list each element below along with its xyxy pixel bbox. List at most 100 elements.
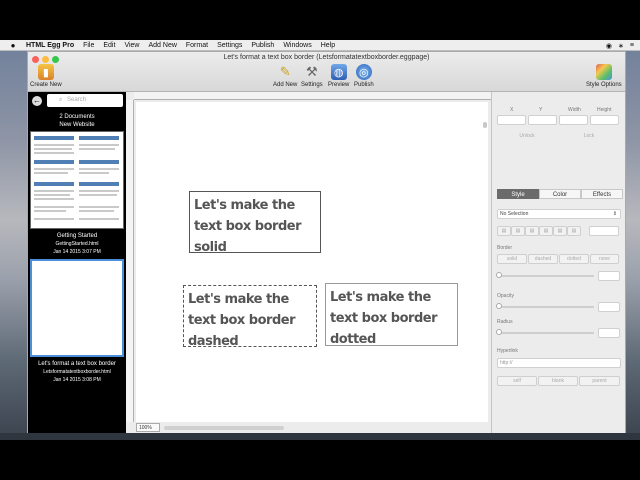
target-blank-button[interactable]: blank — [538, 376, 578, 386]
thumb-line — [34, 198, 74, 200]
desktop: ● HTML Egg Pro File Edit View Add New Fo… — [0, 40, 640, 440]
document-filename: GettingStarted.html — [55, 241, 99, 247]
border-dashed-button[interactable]: dashed — [528, 254, 558, 264]
apple-menu-icon[interactable]: ● — [8, 41, 18, 50]
x-label: X — [510, 107, 514, 113]
border-width-knob[interactable] — [496, 272, 502, 278]
document-thumbnail-getting-started[interactable] — [30, 131, 124, 229]
target-parent-button[interactable]: parent — [579, 376, 620, 386]
publish-button[interactable]: ◎ Publish — [354, 64, 374, 88]
font-size-field[interactable] — [589, 226, 619, 236]
align-top-icon[interactable]: ▤ — [553, 226, 567, 236]
thumb-line — [34, 144, 74, 146]
create-new-label: Create New — [30, 82, 62, 88]
radius-field[interactable] — [598, 328, 620, 338]
document-count: 2 Documents — [59, 114, 95, 120]
thumb-line — [79, 218, 119, 220]
settings-label: Settings — [301, 82, 323, 88]
thumb-line — [34, 168, 74, 170]
opacity-knob[interactable] — [496, 303, 502, 309]
opacity-field[interactable] — [598, 302, 620, 312]
document-sidebar: ← ⌕ Search 2 Documents New Website Getti… — [28, 92, 126, 433]
style-options-button[interactable]: Style Options — [586, 64, 622, 88]
back-arrow-icon[interactable]: ← — [32, 96, 42, 106]
thumb-line — [34, 152, 74, 154]
menu-edit[interactable]: Edit — [103, 42, 115, 49]
preview-label: Preview — [328, 82, 350, 88]
opacity-slider[interactable] — [498, 306, 594, 308]
page-canvas[interactable]: Let's make the text box border solid Let… — [136, 102, 488, 422]
preview-icon: ◍ — [330, 64, 347, 80]
border-solid-button[interactable]: solid — [497, 254, 527, 264]
thumb-line — [34, 218, 74, 220]
style-inspector: X Y Width Height Unlock Lock Style Color… — [491, 92, 625, 433]
status-spotlight-icon[interactable]: ∗ — [618, 42, 624, 50]
menu-app-name[interactable]: HTML Egg Pro — [26, 42, 74, 49]
width-field[interactable] — [559, 115, 588, 125]
menu-windows[interactable]: Windows — [283, 42, 311, 49]
thumb-line — [34, 190, 74, 192]
menu-status-area: ◉ ∗ ≡ — [606, 40, 634, 51]
align-center-icon[interactable]: ▤ — [511, 226, 525, 236]
selection-value: No Selection — [500, 211, 529, 217]
desktop-bottom-strip — [0, 433, 640, 440]
tab-effects[interactable]: Effects — [581, 189, 623, 199]
target-self-button[interactable]: self — [497, 376, 537, 386]
radius-knob[interactable] — [496, 329, 502, 335]
menu-publish[interactable]: Publish — [251, 42, 274, 49]
thumb-line — [79, 144, 119, 146]
search-input[interactable]: ⌕ Search — [47, 94, 123, 107]
thumb-line — [34, 206, 74, 208]
align-bottom-icon[interactable]: ▤ — [567, 226, 581, 236]
window-title: Let's format a text box border (Letsform… — [223, 54, 430, 61]
unlock-button[interactable]: Unlock — [497, 132, 557, 142]
textbox-dashed-border[interactable]: Let's make the text box border dashed — [183, 285, 317, 349]
border-width-slider[interactable] — [498, 275, 594, 277]
website-name[interactable]: New Website — [28, 121, 126, 129]
hyperlink-input[interactable]: http:// — [497, 358, 621, 368]
publish-label: Publish — [354, 82, 374, 88]
menu-settings[interactable]: Settings — [217, 42, 242, 49]
align-right-icon[interactable]: ▤ — [525, 226, 539, 236]
menu-add-new[interactable]: Add New — [148, 42, 176, 49]
border-none-button[interactable]: none — [590, 254, 619, 264]
create-new-button[interactable]: ▮ Create New — [30, 64, 62, 88]
document-thumbnail-selected[interactable] — [30, 259, 124, 357]
textbox-dotted-border[interactable]: Let's make the text box border dotted — [325, 283, 458, 347]
border-label: Border — [497, 245, 513, 251]
thumb-header — [34, 136, 74, 140]
height-field[interactable] — [590, 115, 619, 125]
vertical-scrollbar[interactable] — [483, 122, 487, 128]
settings-button[interactable]: ⚒ Settings — [301, 64, 323, 88]
add-new-button[interactable]: ✎ Add New — [273, 64, 297, 88]
preview-button[interactable]: ◍ Preview — [328, 64, 349, 88]
menu-format[interactable]: Format — [186, 42, 208, 49]
border-dotted-button[interactable]: dotted — [559, 254, 589, 264]
menu-view[interactable]: View — [124, 42, 139, 49]
lock-button[interactable]: Lock — [559, 132, 619, 142]
x-field[interactable] — [497, 115, 526, 125]
align-left-icon[interactable]: ▤ — [497, 226, 511, 236]
horizontal-scrollbar[interactable] — [164, 426, 284, 430]
menu-file[interactable]: File — [83, 42, 94, 49]
selection-dropdown[interactable]: No Selection ⇕ — [497, 209, 621, 219]
border-width-field[interactable] — [598, 271, 620, 281]
zoom-select[interactable]: 100% — [136, 423, 160, 432]
align-justify-icon[interactable]: ▤ — [539, 226, 553, 236]
textbox-solid-border[interactable]: Let's make the text box border solid — [189, 191, 321, 255]
thumb-header — [79, 182, 119, 186]
tab-color[interactable]: Color — [539, 189, 581, 199]
wrench-icon: ⚒ — [306, 64, 318, 79]
thumb-line — [34, 194, 70, 196]
canvas-area: Let's make the text box border solid Let… — [126, 92, 491, 433]
menu-bar: ● HTML Egg Pro File Edit View Add New Fo… — [0, 40, 640, 51]
radius-slider[interactable] — [498, 332, 594, 334]
menu-help[interactable]: Help — [321, 42, 335, 49]
status-list-icon[interactable]: ≡ — [630, 42, 634, 49]
tab-style[interactable]: Style — [497, 189, 539, 199]
hyperlink-label: Hyperlink — [497, 348, 518, 354]
status-record-icon[interactable]: ◉ — [606, 42, 612, 50]
y-field[interactable] — [528, 115, 557, 125]
search-icon: ⌕ — [59, 97, 63, 103]
thumb-line — [79, 148, 115, 150]
